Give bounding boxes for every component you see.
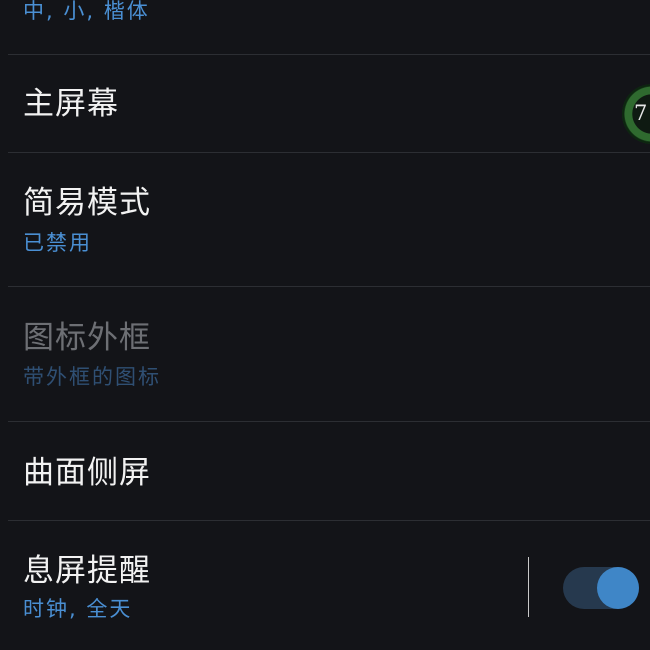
always-on-display-row[interactable]: 息屏提醒 时钟, 全天 [0,521,650,650]
icon-frame-summary: 带外框的图标 [23,365,161,389]
always-on-display-title: 息屏提醒 [23,553,151,589]
toggle-knob [597,567,639,609]
home-screen-title: 主屏幕 [23,86,119,122]
simple-mode-title: 简易模式 [23,185,151,221]
always-on-display-toggle[interactable] [563,567,639,609]
icon-frame-row: 图标外框 带外框的图标 [0,287,650,421]
home-screen-row[interactable]: 主屏幕 [0,55,650,152]
settings-screen: 中, 小, 楷体 主屏幕 7 简易模式 已禁用 图标外框 带外框的图标 曲面侧屏… [0,0,650,650]
icon-frame-title: 图标外框 [23,320,151,356]
font-setting-row[interactable]: 中, 小, 楷体 [0,0,650,54]
font-setting-summary: 中, 小, 楷体 [23,0,150,23]
badge-label: 7 [634,101,648,125]
edge-screen-row[interactable]: 曲面侧屏 [0,422,650,520]
simple-mode-summary: 已禁用 [23,231,92,255]
toggle-separator [528,557,529,617]
always-on-display-summary: 时钟, 全天 [23,597,133,621]
simple-mode-row[interactable]: 简易模式 已禁用 [0,153,650,285]
edge-screen-title: 曲面侧屏 [23,455,151,491]
